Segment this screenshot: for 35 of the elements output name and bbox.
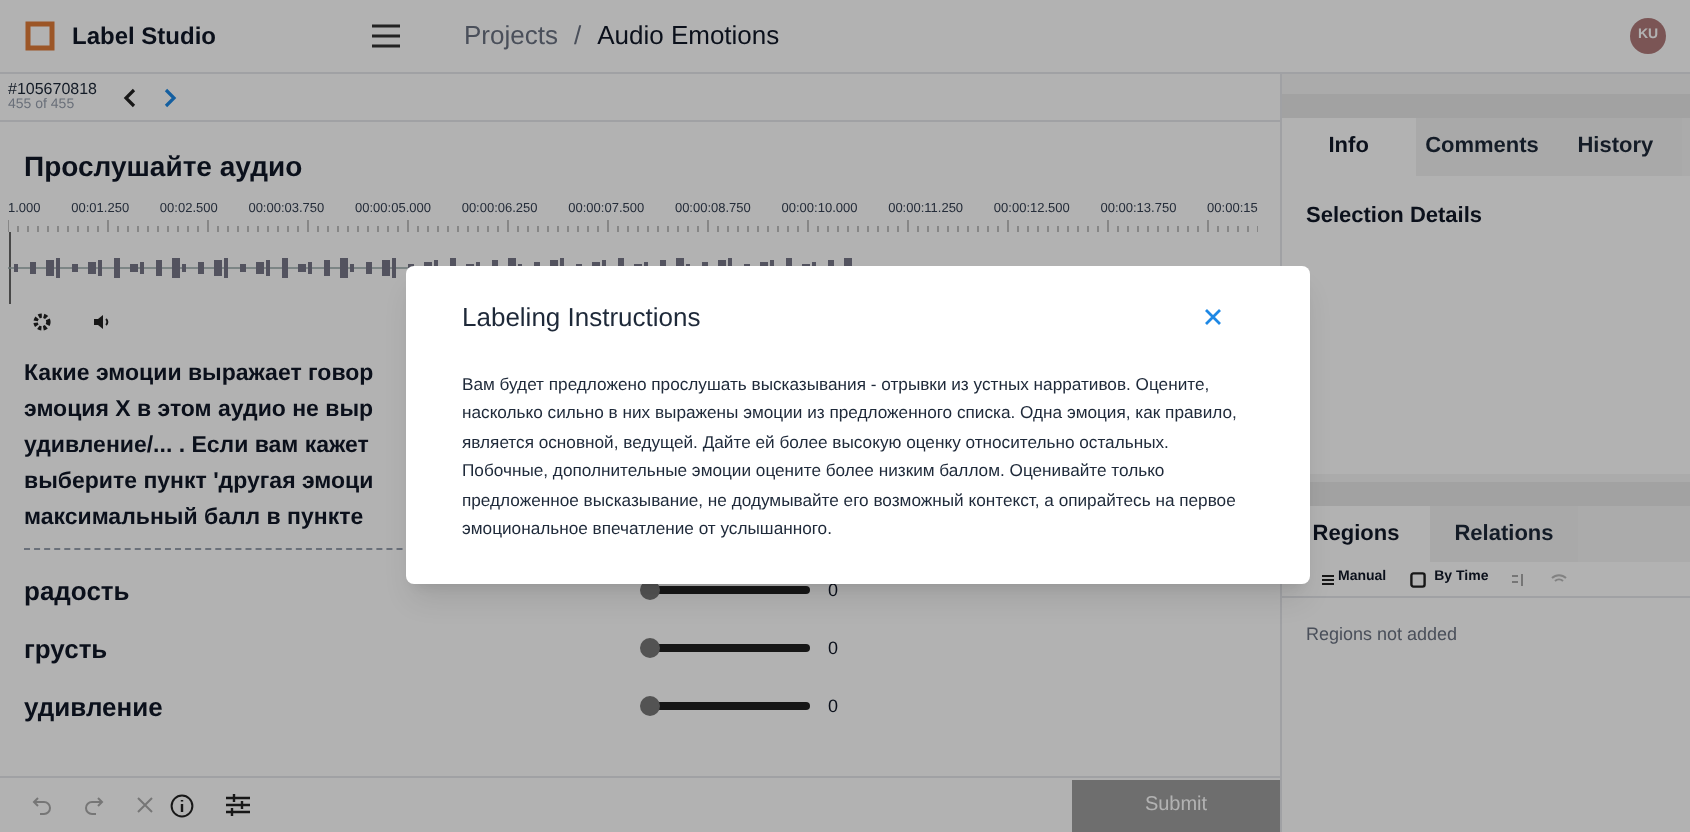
chevron-right-icon[interactable] xyxy=(161,87,177,107)
app-name: Label Studio xyxy=(72,20,218,54)
emotion-label: удивление xyxy=(24,689,165,726)
question-text-line: максимальный балл в пункте xyxy=(24,503,364,534)
question-text-line: удивление/... . Если вам кажет xyxy=(24,431,369,462)
question-text-line: эмоция X в этом аудио не выр xyxy=(24,395,374,426)
slider-thumb[interactable] xyxy=(640,638,660,659)
panel-tab[interactable]: Info xyxy=(1282,118,1416,175)
chevron-left-icon[interactable] xyxy=(121,87,137,107)
dialog-body-text: Вам будет предложено прослушать высказывания - отрывки из устных нарративов. Оцените, насколько сильно в них выражены эмоции из предложенного списка. Одна эмоция, как правило, является основной, ведущей. Дайте ей более высокую оценку относительно остальных. Побочные, дополнительные эмоции оцените более низким баллом. Оценивайте только предложенное высказывание, не додумывайте его возможный контекст, а опирайтесь на первое эмоциональное впечатление от услышанного. xyxy=(462,371,1239,542)
slider-value: 0 xyxy=(828,693,839,719)
emotion-label: грусть xyxy=(24,631,110,668)
breadcrumb-link[interactable]: Projects xyxy=(464,16,558,56)
calendar-icon xyxy=(1410,571,1427,587)
list-icon xyxy=(1322,573,1334,585)
volume-icon[interactable] xyxy=(92,311,112,332)
close-icon[interactable] xyxy=(1204,308,1222,327)
slider-value: 0 xyxy=(828,577,839,603)
slider-thumb[interactable] xyxy=(640,696,660,717)
slider-value: 0 xyxy=(828,635,839,661)
sliders-icon[interactable] xyxy=(226,794,250,816)
empty-state-text: Regions not added xyxy=(1282,598,1690,832)
task-id: #105670818 xyxy=(8,82,97,98)
question-text-line: выберите пункт 'другая эмоци xyxy=(24,467,374,498)
settings-icon[interactable] xyxy=(32,311,52,332)
logo-icon xyxy=(24,20,56,52)
section-title: Прослушайте аудио xyxy=(24,148,305,186)
breadcrumb-link[interactable]: Audio Emotions xyxy=(597,16,780,56)
menu-icon[interactable] xyxy=(372,24,400,48)
breadcrumb-separator: / xyxy=(573,18,582,55)
panel-heading: Selection Details xyxy=(1282,175,1690,473)
dialog-title: Labeling Instructions xyxy=(462,300,701,336)
info-icon[interactable] xyxy=(170,793,194,817)
emotion-label: радость xyxy=(24,573,132,610)
question-text-line: Какие эмоции выражает говор xyxy=(24,359,374,390)
